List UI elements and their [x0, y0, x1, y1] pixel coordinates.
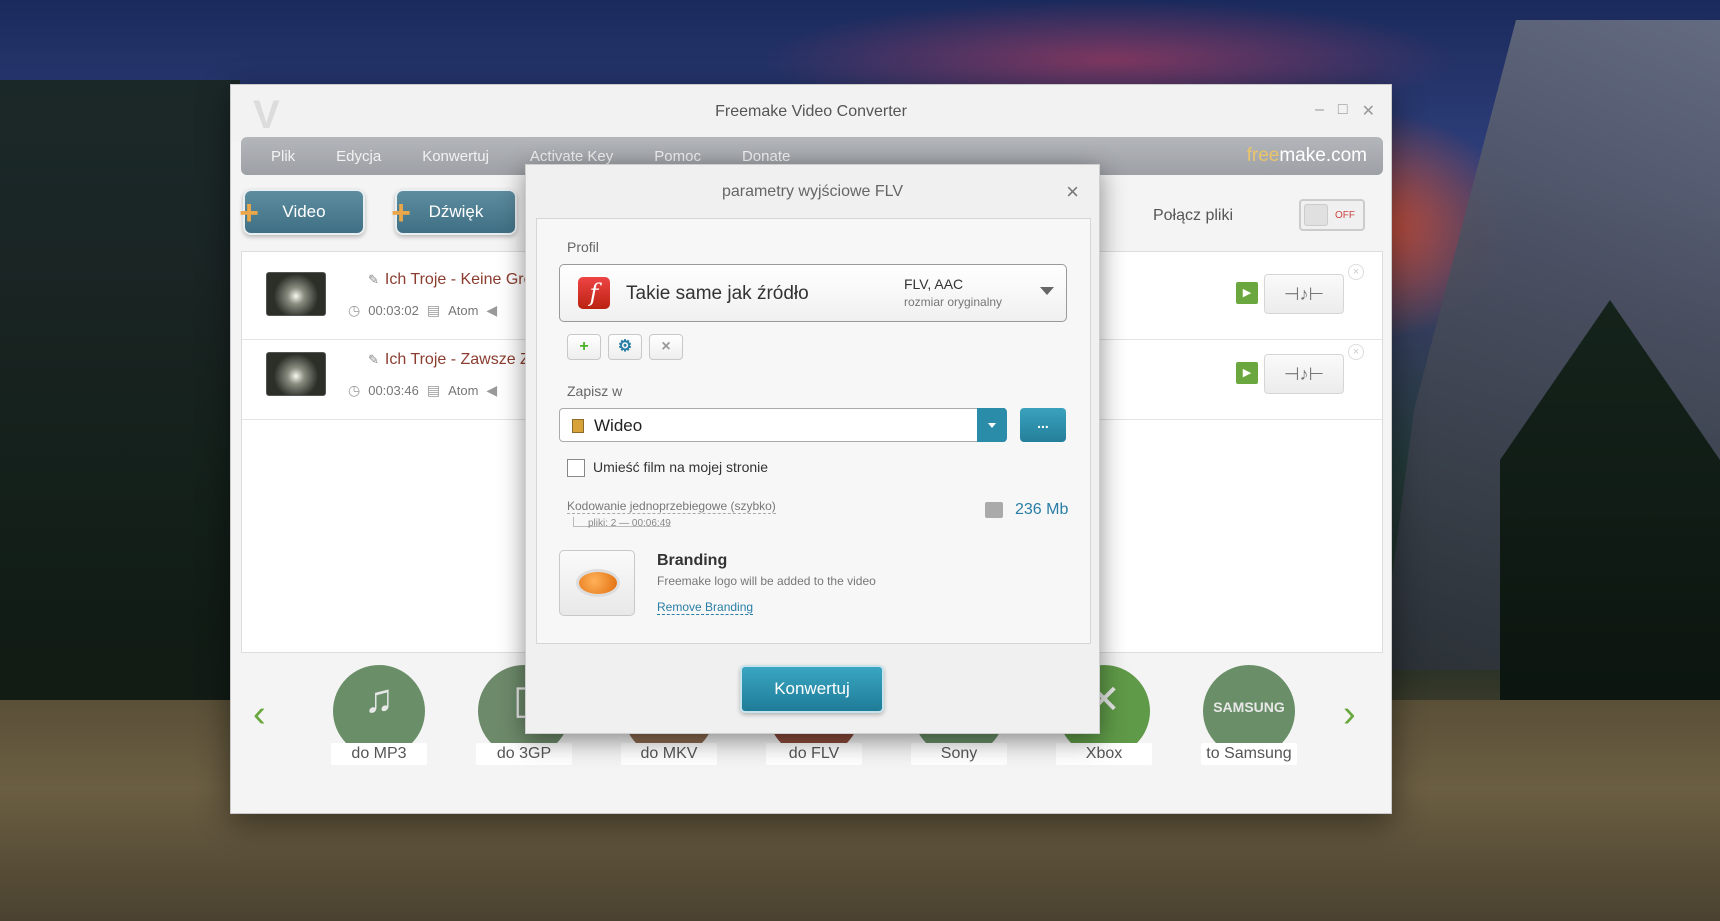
gear-icon[interactable]: ⚙	[608, 334, 642, 360]
video-thumbnail	[266, 272, 326, 316]
menu-edycja[interactable]: Edycja	[336, 148, 381, 165]
format-label: do MKV	[621, 743, 717, 765]
add-profile-button[interactable]: +	[567, 334, 601, 360]
scroll-left-icon[interactable]: ‹	[253, 693, 266, 736]
save-location-select[interactable]: Wideo	[559, 408, 1005, 442]
add-video-label: Video	[282, 202, 326, 221]
film-icon: ▤	[426, 382, 441, 398]
dialog-panel: Profil f Takie same jak źródło FLV, AAC …	[536, 218, 1091, 644]
folder-icon	[572, 419, 584, 433]
edit-clip-button[interactable]: ⊣♪⊢	[1264, 274, 1344, 314]
plus-icon: +	[391, 194, 411, 232]
brand-suffix: make.com	[1279, 145, 1367, 166]
encoding-mode-link[interactable]: Kodowanie jednoprzebiegowe (szybko)	[567, 499, 776, 514]
branding-title: Branding	[657, 552, 728, 569]
scroll-right-icon[interactable]: ›	[1343, 693, 1356, 736]
maximize-button[interactable]: □	[1338, 101, 1348, 121]
file-codec: Atom	[448, 303, 479, 318]
encoding-summary: pliki: 2 — 00:06:49	[573, 517, 671, 529]
format-label: to Samsung	[1201, 743, 1297, 765]
plus-icon: +	[239, 194, 259, 232]
save-location-value: Wideo	[594, 416, 643, 435]
brand-link[interactable]: freemake.com	[1247, 145, 1367, 167]
menu-donate[interactable]: Donate	[742, 148, 790, 165]
toggle-state: OFF	[1335, 209, 1355, 221]
format-mp3[interactable]: ♫ do MP3	[331, 665, 427, 765]
dialog-title: parametry wyjściowe FLV	[721, 183, 904, 200]
brand-prefix: free	[1246, 145, 1280, 166]
output-size[interactable]: 236 Mb	[1015, 501, 1068, 519]
edit-pen-icon: ✎	[368, 272, 379, 287]
edit-pen-icon: ✎	[368, 352, 379, 367]
speaker-icon: ◀	[486, 382, 498, 398]
title-bar[interactable]: V Freemake Video Converter – □ ✕	[231, 85, 1391, 141]
profile-label: Profil	[567, 239, 599, 255]
menu-activate-key[interactable]: Activate Key	[530, 148, 613, 165]
remove-file-icon[interactable]: ×	[1348, 264, 1364, 280]
convert-button[interactable]: Konwertuj	[740, 665, 884, 713]
minimize-button[interactable]: –	[1315, 101, 1324, 121]
profile-name: Takie same jak źródło	[626, 283, 809, 304]
file-duration: 00:03:46	[368, 383, 419, 398]
remove-file-icon[interactable]: ×	[1348, 344, 1364, 360]
merge-files-toggle[interactable]: OFF	[1299, 199, 1365, 231]
browse-button[interactable]: ...	[1020, 408, 1066, 442]
flash-icon: f	[578, 277, 610, 309]
file-duration: 00:03:02	[368, 303, 419, 318]
save-location-dropdown[interactable]	[977, 408, 1007, 442]
format-label: Xbox	[1056, 743, 1152, 765]
samsung-icon: SAMSUNG	[1213, 699, 1285, 715]
clock-icon: ◷	[348, 302, 361, 318]
format-label: do 3GP	[476, 743, 572, 765]
embed-checkbox[interactable]	[567, 459, 585, 477]
add-audio-label: Dźwięk	[428, 202, 484, 221]
branding-logo-icon	[559, 550, 635, 616]
embed-label[interactable]: Umieść film na mojej stronie	[593, 459, 768, 475]
close-button[interactable]: ✕	[1362, 101, 1375, 121]
save-to-label: Zapisz w	[567, 383, 623, 399]
menu-pomoc[interactable]: Pomoc	[654, 148, 701, 165]
delete-profile-button[interactable]: ×	[649, 334, 683, 360]
file-codec: Atom	[448, 383, 479, 398]
toggle-knob	[1304, 204, 1328, 226]
disk-icon	[985, 502, 1003, 518]
profile-size: rozmiar oryginalny	[904, 295, 1003, 309]
profile-select[interactable]: f Takie same jak źródło FLV, AAC rozmiar…	[559, 264, 1067, 322]
film-icon: ▤	[426, 302, 441, 318]
format-label: do FLV	[766, 743, 862, 765]
play-icon[interactable]: ▶	[1236, 362, 1258, 384]
format-label: do MP3	[331, 743, 427, 765]
video-thumbnail	[266, 352, 326, 396]
edit-clip-button[interactable]: ⊣♪⊢	[1264, 354, 1344, 394]
add-video-button[interactable]: + Video	[239, 189, 365, 235]
speaker-icon: ◀	[486, 302, 498, 318]
flv-output-dialog: parametry wyjściowe FLV × Profil f Takie…	[525, 164, 1100, 734]
profile-format: FLV, AAC	[904, 276, 964, 292]
format-label: Sony	[911, 743, 1007, 765]
chevron-down-icon	[1040, 287, 1054, 295]
window-title: Freemake Video Converter	[715, 103, 907, 120]
play-icon[interactable]: ▶	[1236, 282, 1258, 304]
merge-files-label: Połącz pliki	[1152, 207, 1233, 224]
format-samsung[interactable]: SAMSUNG to Samsung	[1201, 665, 1297, 765]
remove-branding-link[interactable]: Remove Branding	[657, 600, 754, 615]
clock-icon: ◷	[348, 382, 361, 398]
earphones-icon: ♫	[364, 677, 394, 721]
dialog-close-icon[interactable]: ×	[1066, 179, 1079, 205]
add-audio-button[interactable]: + Dźwięk	[391, 189, 517, 235]
menu-plik[interactable]: Plik	[271, 148, 295, 165]
menu-konwertuj[interactable]: Konwertuj	[422, 148, 489, 165]
branding-description: Freemake logo will be added to the video	[657, 574, 876, 588]
